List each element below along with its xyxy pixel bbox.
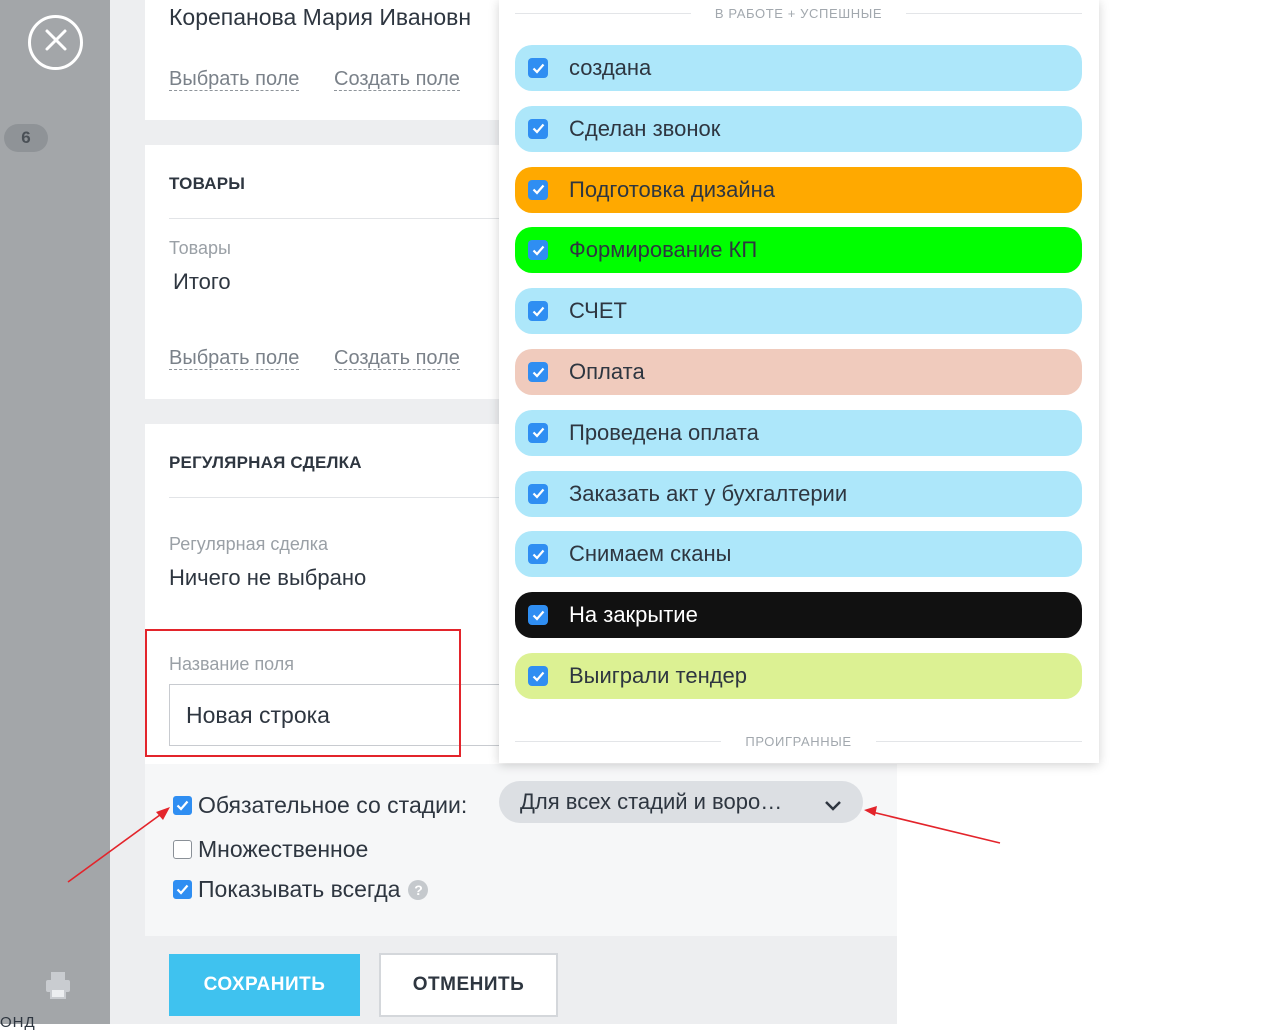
annotation-arrows — [67, 806, 1001, 883]
